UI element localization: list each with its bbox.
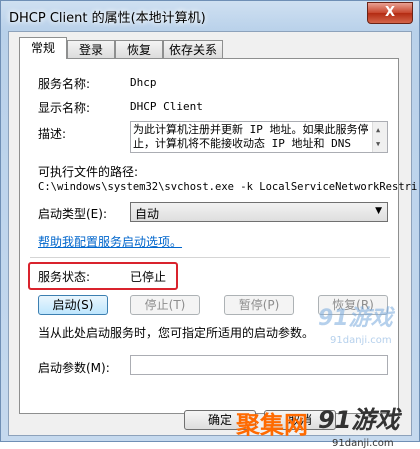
resume-button[interactable]: 恢复(R) [318,295,388,315]
chevron-down-icon: ▼ [375,206,382,216]
description-scrollbar[interactable]: ▲ ▼ [372,122,387,152]
general-panel: 服务名称: Dhcp 显示名称: DHCP Client 描述: 为此计算机注册… [19,58,417,414]
description-text: 为此计算机注册并更新 IP 地址。如果此服务停止，计算机将不能接收动态 IP 地… [133,123,369,150]
display-name-value: DHCP Client [130,100,203,113]
close-button[interactable]: X [367,2,413,24]
description-label: 描述: [38,127,67,141]
scroll-down-icon[interactable]: ▼ [376,137,380,151]
start-params-label: 启动参数(M): [38,361,110,375]
pause-button[interactable]: 暂停(P) [224,295,294,315]
divider [30,257,390,258]
status-label: 服务状态: [38,270,91,284]
exe-path-label: 可执行文件的路径: [38,165,139,179]
display-name-label: 显示名称: [38,101,91,115]
startup-type-label: 启动类型(E): [38,207,107,221]
help-link[interactable]: 帮助我配置服务启动选项。 [38,233,182,250]
title-bar[interactable]: DHCP Client 的属性(本地计算机) X [1,1,419,31]
ok-button[interactable]: 确定 [184,410,256,430]
scroll-up-icon[interactable]: ▲ [376,123,380,137]
startup-type-value: 自动 [135,207,160,221]
dialog-body: 常规 登录 恢复 依存关系 服务名称: Dhcp 显示名称: DHCP Clie… [8,31,417,436]
close-icon: X [384,5,396,20]
tab-recovery[interactable]: 恢复 [115,40,163,58]
cancel-button[interactable]: 取消 [264,410,336,430]
tab-logon[interactable]: 登录 [67,40,115,58]
exe-path-value: C:\windows\system32\svchost.exe -k Local… [38,181,418,193]
tab-dependencies[interactable]: 依存关系 [163,40,223,58]
start-button[interactable]: 启动(S) [38,295,108,315]
window-title: DHCP Client 的属性(本地计算机) [9,11,206,26]
start-params-input[interactable] [130,355,388,375]
service-name-value: Dhcp [130,76,157,89]
status-value: 已停止 [130,270,167,284]
startup-type-select[interactable]: 自动 ▼ [130,202,388,222]
tab-general[interactable]: 常规 [19,37,67,59]
description-box[interactable]: 为此计算机注册并更新 IP 地址。如果此服务停止，计算机将不能接收动态 IP 地… [130,121,388,153]
properties-window: DHCP Client 的属性(本地计算机) X 常规 登录 恢复 依存关系 服… [0,0,420,442]
service-name-label: 服务名称: [38,77,91,91]
stop-button[interactable]: 停止(T) [130,295,200,315]
start-params-hint: 当从此处启动服务时，您可指定所适用的启动参数。 [38,326,315,340]
